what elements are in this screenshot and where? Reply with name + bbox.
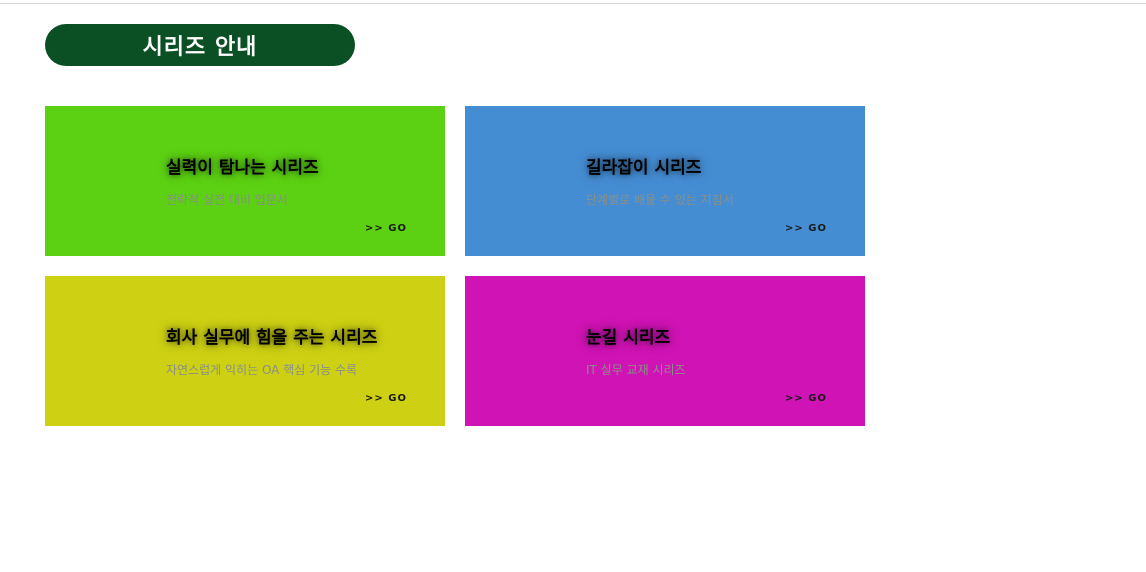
card-title: 눈길 시리즈 bbox=[586, 328, 671, 348]
top-divider bbox=[0, 3, 1146, 4]
page-title-text: 시리즈 안내 bbox=[142, 35, 258, 60]
go-link[interactable]: >> GO bbox=[785, 393, 827, 404]
card-description: 전략적 실전 대비 입문서 bbox=[166, 193, 288, 207]
series-card-guide[interactable]: 길라잡이 시리즈 단계별로 배울 수 있는 지침서 >> GO bbox=[465, 106, 865, 256]
card-title: 길라잡이 시리즈 bbox=[586, 158, 702, 178]
go-link[interactable]: >> GO bbox=[365, 223, 407, 234]
series-card-skill[interactable]: 실력이 탐나는 시리즈 전략적 실전 대비 입문서 >> GO bbox=[45, 106, 445, 256]
card-description: 자연스럽게 익히는 OA 핵심 기능 수록 bbox=[166, 363, 358, 377]
card-description: 단계별로 배울 수 있는 지침서 bbox=[586, 193, 734, 207]
go-link[interactable]: >> GO bbox=[785, 223, 827, 234]
card-title: 회사 실무에 힘을 주는 시리즈 bbox=[166, 328, 378, 348]
card-title: 실력이 탐나는 시리즈 bbox=[166, 158, 319, 178]
series-card-nungil[interactable]: 눈길 시리즈 IT 실무 교재 시리즈 >> GO bbox=[465, 276, 865, 426]
series-card-office[interactable]: 회사 실무에 힘을 주는 시리즈 자연스럽게 익히는 OA 핵심 기능 수록 >… bbox=[45, 276, 445, 426]
go-link[interactable]: >> GO bbox=[365, 393, 407, 404]
page-title: 시리즈 안내 bbox=[45, 24, 355, 66]
card-description: IT 실무 교재 시리즈 bbox=[586, 363, 686, 377]
